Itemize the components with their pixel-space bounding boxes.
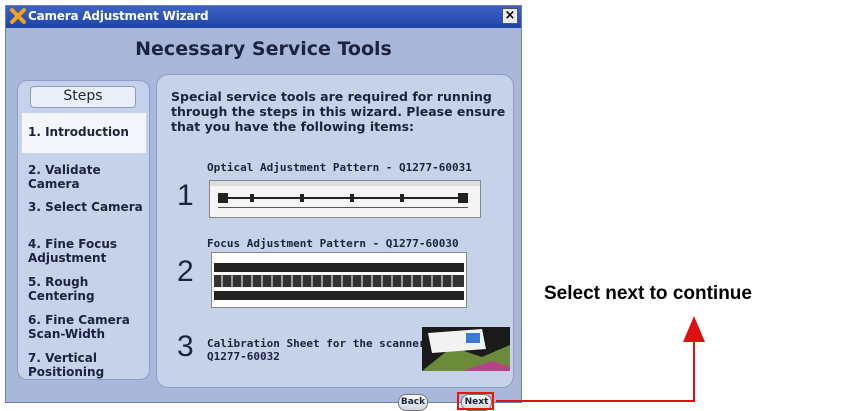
- callout-text: Select next to continue: [544, 283, 752, 304]
- annotation-arrow: [496, 316, 705, 402]
